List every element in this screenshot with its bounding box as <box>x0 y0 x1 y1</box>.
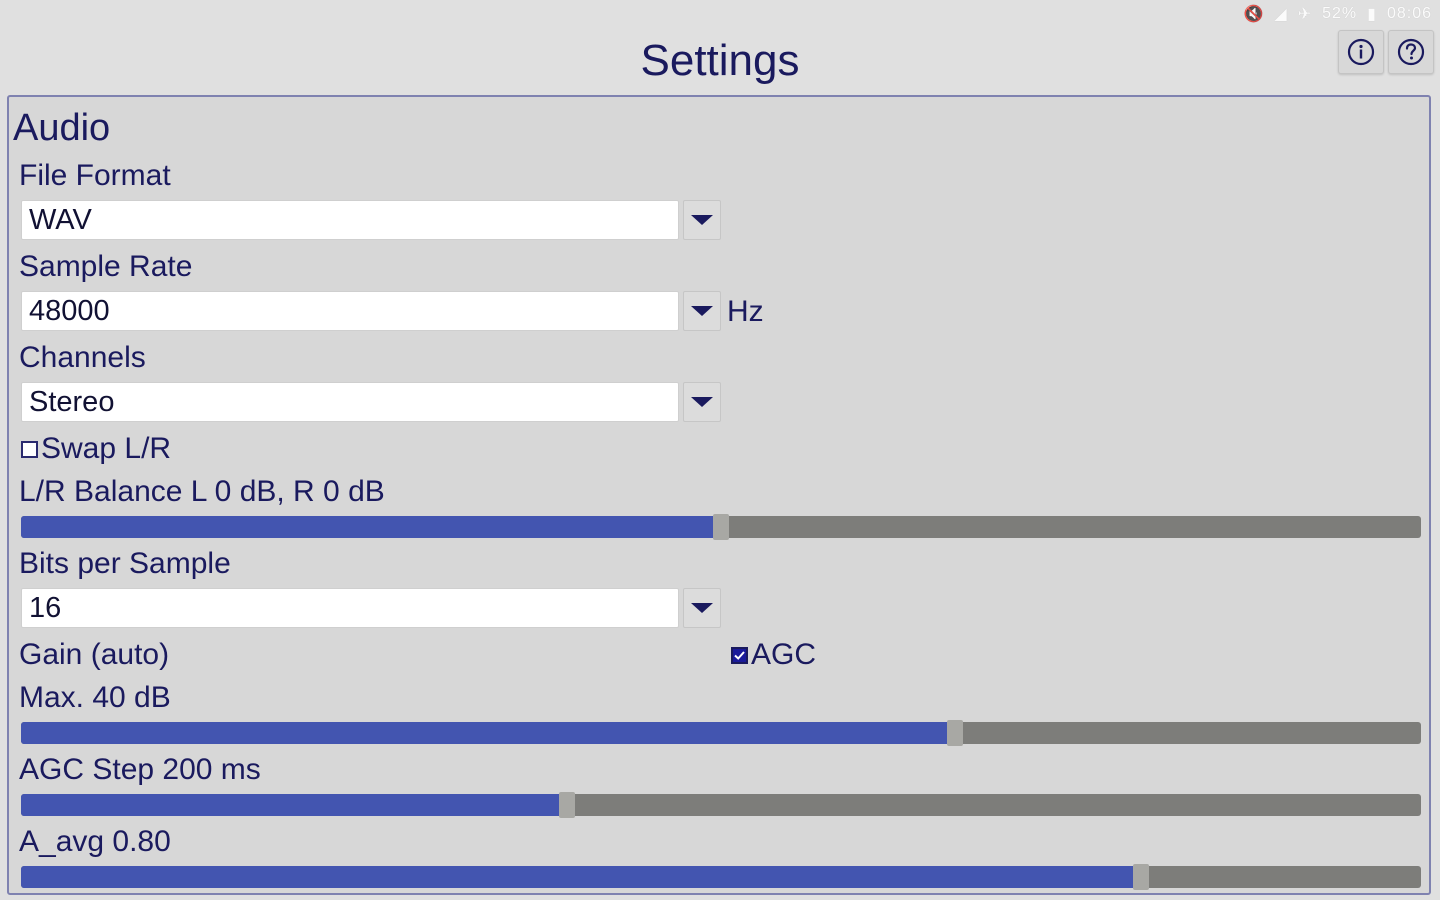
agc-step-slider[interactable] <box>21 792 1421 818</box>
sample-rate-label: Sample Rate <box>19 250 193 283</box>
battery-icon: ▮ <box>1367 6 1377 23</box>
info-button[interactable] <box>1338 30 1384 74</box>
file-format-select[interactable]: WAV <box>21 200 679 240</box>
sample-rate-unit: Hz <box>727 295 764 328</box>
audio-settings-panel: Audio File Format WAV Sample Rate 48000 … <box>7 95 1431 895</box>
help-icon <box>1397 38 1425 66</box>
slider-thumb[interactable] <box>713 514 729 540</box>
agc-checkbox[interactable]: AGC <box>731 638 816 672</box>
a-avg-label: A_avg 0.80 <box>19 825 171 858</box>
slider-thumb[interactable] <box>1133 864 1149 890</box>
channels-dropdown-button[interactable] <box>683 382 721 422</box>
slider-thumb[interactable] <box>946 720 963 746</box>
header-actions <box>1334 30 1434 74</box>
slider-fill <box>21 794 567 816</box>
agc-label: AGC <box>751 638 817 671</box>
channels-label: Channels <box>19 341 146 374</box>
channels-select[interactable]: Stereo <box>21 382 679 422</box>
chevron-down-icon <box>691 397 713 407</box>
checkbox-box <box>21 440 38 458</box>
bits-per-sample-dropdown-button[interactable] <box>683 588 721 628</box>
swap-lr-checkbox[interactable]: Swap L/R <box>21 432 171 466</box>
gain-label: Gain (auto) <box>19 638 170 671</box>
help-button[interactable] <box>1388 30 1434 74</box>
max-gain-slider[interactable] <box>21 720 1421 746</box>
file-format-label: File Format <box>19 159 171 192</box>
max-gain-label: Max. 40 dB <box>19 681 171 714</box>
file-format-dropdown-button[interactable] <box>683 200 721 240</box>
chevron-down-icon <box>691 603 713 613</box>
slider-fill <box>21 722 955 744</box>
balance-label: L/R Balance L 0 dB, R 0 dB <box>19 475 385 508</box>
slider-fill <box>21 866 1141 888</box>
balance-slider[interactable] <box>21 514 1421 540</box>
battery-percent: 52% <box>1322 5 1358 22</box>
airplane-icon: ✈ <box>1297 6 1313 23</box>
slider-thumb[interactable] <box>559 792 575 818</box>
wifi-icon: ◢ <box>1274 6 1288 23</box>
chevron-down-icon <box>691 306 713 316</box>
slider-fill <box>21 516 721 538</box>
sample-rate-dropdown-button[interactable] <box>683 291 721 331</box>
chevron-down-icon <box>691 215 713 225</box>
bits-per-sample-select[interactable]: 16 <box>21 588 679 628</box>
agc-step-label: AGC Step 200 ms <box>19 753 261 786</box>
a-avg-slider[interactable] <box>21 864 1421 890</box>
clock: 08:06 <box>1386 5 1432 22</box>
bits-per-sample-label: Bits per Sample <box>19 547 231 580</box>
mute-icon: 🔇 <box>1243 6 1265 23</box>
status-bar: 🔇 ◢ ✈ 52% ▮ 08:06 <box>1243 4 1432 24</box>
section-title: Audio <box>13 107 111 149</box>
sample-rate-select[interactable]: 48000 <box>21 291 679 331</box>
checkmark-icon <box>734 650 745 660</box>
checkbox-box-checked <box>731 646 748 664</box>
info-icon <box>1347 38 1375 66</box>
page-title: Settings <box>640 36 800 85</box>
swap-lr-label: Swap L/R <box>41 432 172 465</box>
